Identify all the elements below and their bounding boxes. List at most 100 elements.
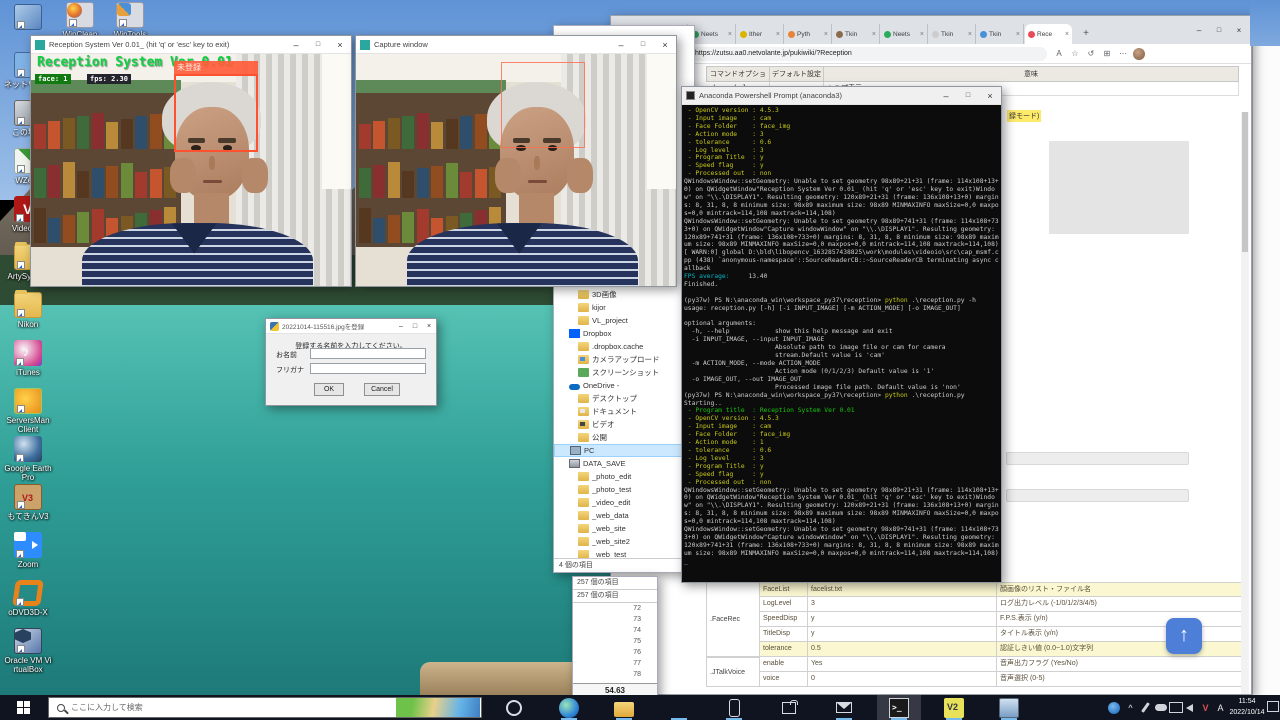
- taskbar-app-cortana[interactable]: [492, 695, 536, 720]
- tab-close-icon[interactable]: ×: [1065, 31, 1069, 38]
- desktop-icon-dvd[interactable]: oDVD3D-X: [4, 580, 52, 617]
- toolbar-icon[interactable]: ↺: [1083, 47, 1099, 61]
- tree-item-VL_project[interactable]: VL_project: [554, 314, 694, 327]
- reception-maximize-button[interactable]: [307, 36, 329, 53]
- tray-onedrive-icon[interactable]: [1153, 695, 1168, 720]
- taskbar-app-edge[interactable]: [547, 695, 591, 720]
- ok-button[interactable]: OK: [314, 383, 344, 396]
- dialog-close-button[interactable]: [422, 319, 436, 333]
- tab-close-icon[interactable]: ×: [872, 31, 876, 38]
- browser-tab-Tkin[interactable]: Tkin×: [929, 24, 976, 44]
- browser-minimize-button[interactable]: [1189, 16, 1209, 44]
- reception-minimize-button[interactable]: [285, 36, 307, 53]
- desktop-icon-motekin[interactable]: もてきんV3: [4, 484, 52, 521]
- tree-item-デスクトップ[interactable]: デスクトップ: [554, 392, 694, 405]
- browser-maximize-button[interactable]: [1209, 16, 1229, 44]
- taskbar-app-store[interactable]: [767, 695, 811, 720]
- tree-item-3D画像[interactable]: 3D画像: [554, 288, 694, 301]
- desktop-icon-zoom[interactable]: Zoom: [4, 532, 52, 569]
- tray-ime-icon[interactable]: A: [1213, 695, 1228, 720]
- browser-tab-Tkin[interactable]: Tkin×: [977, 24, 1024, 44]
- desktop-icon-folder[interactable]: Nikon: [4, 292, 52, 329]
- tray-speaker-icon[interactable]: [1183, 695, 1198, 720]
- toolbar-icon[interactable]: A: [1051, 47, 1067, 61]
- capture-minimize-button[interactable]: [610, 36, 632, 53]
- desktop-icon-wintool1[interactable]: WinClean: [56, 2, 104, 39]
- terminal-output[interactable]: - OpenCV version : 4.5.3 - Input image :…: [682, 105, 1001, 582]
- tree-item-_web_site[interactable]: _web_site: [554, 522, 694, 535]
- taskbar-app-wz[interactable]: [932, 695, 976, 720]
- tree-item-_web_data[interactable]: _web_data: [554, 509, 694, 522]
- tree-item-Dropbox[interactable]: Dropbox: [554, 327, 694, 340]
- tree-item-ドキュメント[interactable]: ドキュメント: [554, 405, 694, 418]
- address-bar[interactable]: https://zutsu.aa0.netvolante.jp/pukiwiki…: [687, 47, 1047, 61]
- name-field[interactable]: [310, 348, 426, 359]
- terminal-maximize-button[interactable]: [957, 87, 979, 104]
- tree-item-ビデオ[interactable]: ビデオ: [554, 418, 694, 431]
- dialog-minimize-button[interactable]: [394, 319, 408, 333]
- tree-item-公開[interactable]: 公開: [554, 431, 694, 444]
- tree-item-OneDrive -[interactable]: OneDrive -: [554, 379, 694, 392]
- tab-close-icon[interactable]: ×: [968, 31, 972, 38]
- kana-field[interactable]: [310, 363, 426, 374]
- reception-close-button[interactable]: [329, 36, 351, 53]
- browser-tab-Pyth[interactable]: Pyth×: [785, 24, 832, 44]
- scroll-to-top-button[interactable]: ↑: [1166, 618, 1202, 654]
- desktop-icon-serversman[interactable]: ServersMan Client: [4, 388, 52, 434]
- desktop-icon-dualmon[interactable]: [4, 4, 52, 32]
- taskbar-search[interactable]: ここに入力して検索: [48, 697, 482, 718]
- tab-close-icon[interactable]: ×: [920, 31, 924, 38]
- browser-tab-Tkin[interactable]: Tkin×: [833, 24, 880, 44]
- browser-tab-Neets[interactable]: Neets×: [689, 24, 736, 44]
- browser-tab-Neets[interactable]: Neets×: [881, 24, 928, 44]
- desktop-icon-vbox[interactable]: Oracle VM VirtualBox: [4, 628, 52, 674]
- dialog-maximize-button[interactable]: [408, 319, 422, 333]
- profile-avatar[interactable]: [1133, 48, 1145, 60]
- browser-tab-Rece[interactable]: Rece×: [1025, 24, 1072, 44]
- page-input-bar[interactable]: [1006, 452, 1189, 465]
- taskbar-app-phone[interactable]: [712, 695, 756, 720]
- desktop-icon-wintool2[interactable]: WinTools: [106, 2, 154, 39]
- cancel-button[interactable]: Cancel: [364, 383, 400, 396]
- tray-monitor-icon[interactable]: [1168, 695, 1183, 720]
- terminal-minimize-button[interactable]: [935, 87, 957, 104]
- tree-item-DATA_SAVE[interactable]: DATA_SAVE: [554, 457, 694, 470]
- browser-scrollbar[interactable]: [1241, 112, 1249, 694]
- tray-chevron-icon[interactable]: ^: [1123, 695, 1138, 720]
- tree-item-_photo_edit[interactable]: _photo_edit: [554, 470, 694, 483]
- toolbar-icon[interactable]: ☆: [1067, 47, 1083, 61]
- desktop-icon-itunes[interactable]: iTunes: [4, 340, 52, 377]
- taskbar-app-mail[interactable]: [822, 695, 866, 720]
- search-highlight-image[interactable]: [396, 698, 480, 717]
- tree-item-_web_site2[interactable]: _web_site2: [554, 535, 694, 548]
- taskbar-app-ie[interactable]: [657, 695, 701, 720]
- browser-close-button[interactable]: [1229, 16, 1249, 44]
- tree-item-.dropbox.cache[interactable]: .dropbox.cache: [554, 340, 694, 353]
- page-input-bar[interactable]: [1006, 489, 1189, 502]
- tree-item-kijor[interactable]: kijor: [554, 301, 694, 314]
- taskbar-clock[interactable]: 11:54 2022/10/14: [1228, 696, 1266, 718]
- action-center-icon[interactable]: [1267, 701, 1279, 712]
- capture-maximize-button[interactable]: [632, 36, 654, 53]
- tab-close-icon[interactable]: ×: [1016, 31, 1020, 38]
- toolbar-icon[interactable]: ⋯: [1115, 47, 1131, 61]
- taskbar-app-app[interactable]: [987, 695, 1031, 720]
- taskbar-app-terminal[interactable]: [877, 695, 921, 720]
- toolbar-icon[interactable]: ⊞: [1099, 47, 1115, 61]
- tree-item-_photo_test[interactable]: _photo_test: [554, 483, 694, 496]
- terminal-close-button[interactable]: [979, 87, 1001, 104]
- desktop-icon-googleearth[interactable]: Google Earth Pro: [4, 436, 52, 482]
- tray-vshield-icon[interactable]: V: [1198, 695, 1213, 720]
- start-button[interactable]: [0, 695, 46, 720]
- tray-pen-icon[interactable]: [1138, 695, 1153, 720]
- tab-close-icon[interactable]: ×: [728, 31, 732, 38]
- new-tab-button[interactable]: +: [1079, 27, 1093, 41]
- browser-tab-Ither[interactable]: Ither×: [737, 24, 784, 44]
- tree-item-カメラアップロード[interactable]: カメラアップロード: [554, 353, 694, 366]
- tree-item-_video_edit[interactable]: _video_edit: [554, 496, 694, 509]
- capture-close-button[interactable]: [654, 36, 676, 53]
- tab-close-icon[interactable]: ×: [776, 31, 780, 38]
- tab-close-icon[interactable]: ×: [824, 31, 828, 38]
- tree-item-PC[interactable]: PC: [554, 444, 694, 457]
- tray-dropbox-icon[interactable]: [1105, 695, 1123, 720]
